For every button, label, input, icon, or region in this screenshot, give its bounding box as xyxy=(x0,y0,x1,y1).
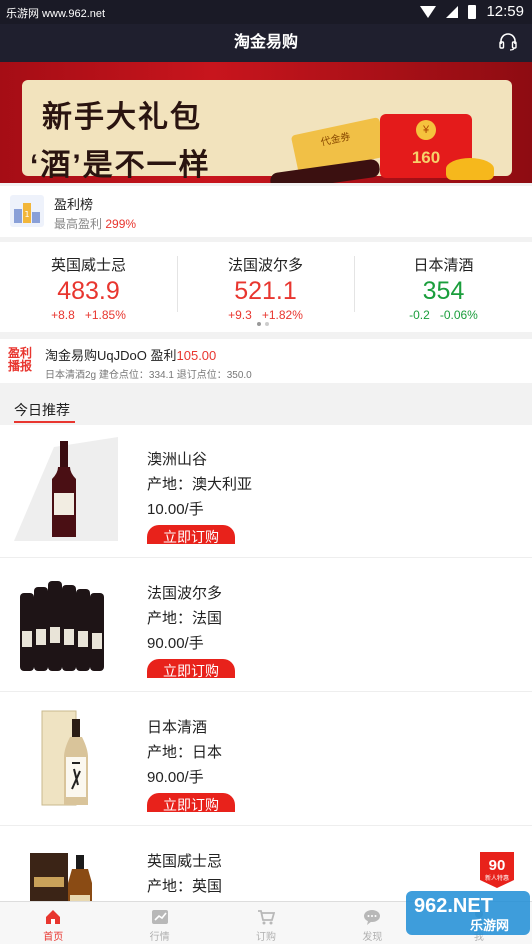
gold-ingot-icon xyxy=(446,158,494,180)
app-header: 淘金易购 xyxy=(0,24,532,62)
svg-text:1: 1 xyxy=(24,210,29,219)
chat-icon xyxy=(364,910,381,925)
promo-banner[interactable]: 新手大礼包 ‘酒’是不一样 代金券 ¥ 160 xyxy=(0,62,532,183)
quote-change-pct: +1.82% xyxy=(261,308,303,322)
product-origin: 产地：澳大利亚 xyxy=(147,476,253,493)
broadcast-detail: 日本清酒2g 建仓点位：334.1 退订点位：350.0 xyxy=(45,370,252,381)
carousel-dot xyxy=(257,322,261,326)
tab-label: 行情 xyxy=(149,932,170,943)
chart-icon xyxy=(151,910,168,924)
broadcast-user: 淘金易购UqJDoO xyxy=(45,348,147,363)
profit-rank-value: 299% xyxy=(105,217,137,231)
product-name: 日本清酒 xyxy=(147,719,208,736)
product-item[interactable]: 英国威士忌 产地：英国 xyxy=(0,827,532,901)
section-header: 今日推荐 xyxy=(0,393,532,425)
new-user-offer-badge[interactable]: 90 新人特惠 xyxy=(476,846,518,888)
section-title: 今日推荐 xyxy=(14,402,70,418)
quote-card[interactable]: 日本清酒 354 -0.2 -0.06% xyxy=(355,242,532,322)
site-watermark: 962.NET 乐游网 xyxy=(406,891,530,935)
yuan-coin-icon: ¥ xyxy=(416,120,436,140)
quote-change-value: +9.3 xyxy=(228,308,252,322)
offer-badge-label: 新人特惠 xyxy=(485,874,509,882)
quote-name: 英国威士忌 xyxy=(50,257,126,274)
status-icons: 12:59 xyxy=(420,3,524,20)
quote-change-pct: -0.06% xyxy=(439,308,478,322)
signal-icon xyxy=(446,5,459,18)
product-list: 澳洲山谷 产地：澳大利亚 10.00/手 立即订购 法国波尔多 产地：法国 90… xyxy=(0,425,532,901)
quote-name: 日本清酒 xyxy=(413,257,474,274)
product-price: 10.00/手 xyxy=(147,501,204,518)
status-site-text: 乐游网 www.962.net xyxy=(6,8,106,20)
tab-label: 发现 xyxy=(362,932,383,943)
product-name: 英国威士忌 xyxy=(147,853,223,870)
quote-card[interactable]: 英国威士忌 483.9 +8.8 +1.85% xyxy=(0,242,177,322)
product-price: 90.00/手 xyxy=(147,635,204,652)
tab-order[interactable]: 订购 xyxy=(213,902,319,944)
tab-label: 首页 xyxy=(43,932,64,943)
home-icon xyxy=(46,910,61,924)
broadcast-line: 淘金易购UqJDoO 盈利105.00 xyxy=(45,345,216,364)
status-time: 12:59 xyxy=(486,3,524,20)
quote-name: 法国波尔多 xyxy=(227,257,303,274)
product-item[interactable]: 澳洲山谷 产地：澳大利亚 10.00/手 立即订购 xyxy=(0,425,532,558)
page-title: 淘金易购 xyxy=(233,34,298,51)
broadcast-profit-value: 105.00 xyxy=(176,348,217,363)
product-origin: 产地：法国 xyxy=(147,610,223,627)
carousel-dots xyxy=(257,322,269,326)
broadcast-profit-label: 盈利 xyxy=(150,348,177,363)
buy-now-button[interactable]: 立即订购 xyxy=(147,793,235,812)
buy-now-button[interactable]: 立即订购 xyxy=(147,525,235,544)
cart-icon xyxy=(258,910,276,925)
buy-now-button[interactable]: 立即订购 xyxy=(147,659,235,678)
broadcast-badge: 盈利播报 xyxy=(8,346,33,373)
profit-rank[interactable]: 1 盈利榜 最高盈利 299% xyxy=(0,186,532,237)
quote-change: +8.8 +1.85% xyxy=(0,308,177,322)
quote-price: 483.9 xyxy=(57,277,120,305)
tab-label: 订购 xyxy=(256,932,277,943)
quote-change-value: -0.2 xyxy=(409,308,430,322)
tab-home[interactable]: 首页 xyxy=(0,902,106,944)
banner-headline: 新手大礼包 xyxy=(42,101,202,134)
offer-badge-number: 90 xyxy=(489,857,506,874)
tab-market[interactable]: 行情 xyxy=(106,902,212,944)
banner-subline: ‘酒’是不一样 xyxy=(30,149,211,182)
wine-bottle-image xyxy=(14,437,118,541)
sake-bottle-image xyxy=(14,705,118,809)
quote-change: -0.2 -0.06% xyxy=(355,308,532,322)
podium-icon: 1 xyxy=(10,195,44,227)
product-price: 90.00/手 xyxy=(147,769,204,786)
product-name: 澳洲山谷 xyxy=(147,451,208,468)
product-item[interactable]: 日本清酒 产地：日本 90.00/手 立即订购 xyxy=(0,693,532,826)
headset-icon[interactable] xyxy=(498,32,518,52)
whisky-bottle-image xyxy=(14,839,118,901)
carousel-dot xyxy=(265,322,269,326)
quote-price: 354 xyxy=(422,277,465,305)
profit-rank-label: 最高盈利 xyxy=(54,217,103,231)
quote-change-value: +8.8 xyxy=(51,308,75,322)
quote-price: 521.1 xyxy=(234,277,297,305)
product-item[interactable]: 法国波尔多 产地：法国 90.00/手 立即订购 xyxy=(0,559,532,692)
status-bar: 乐游网 www.962.net 12:59 xyxy=(0,0,532,24)
quote-card[interactable]: 法国波尔多 521.1 +9.3 +1.82% xyxy=(177,242,354,322)
profit-broadcast[interactable]: 盈利播报 淘金易购UqJDoO 盈利105.00 日本清酒2g 建仓点位：334… xyxy=(0,339,532,383)
quote-change-pct: +1.85% xyxy=(84,308,126,322)
section-underline xyxy=(14,421,75,423)
quote-change: +9.3 +1.82% xyxy=(177,308,354,322)
profit-rank-subtitle: 最高盈利 299% xyxy=(54,215,136,232)
wine-bottles-image xyxy=(14,571,118,675)
watermark-site-name: 乐游网 xyxy=(470,918,510,933)
product-name: 法国波尔多 xyxy=(147,585,223,602)
product-origin: 产地：英国 xyxy=(147,878,223,895)
profit-rank-title: 盈利榜 xyxy=(54,197,94,212)
product-origin: 产地：日本 xyxy=(147,744,223,761)
wifi-icon xyxy=(420,5,437,18)
battery-icon xyxy=(468,4,477,19)
market-quotes: 英国威士忌 483.9 +8.8 +1.85% 法国波尔多 521.1 +9.3… xyxy=(0,242,532,332)
